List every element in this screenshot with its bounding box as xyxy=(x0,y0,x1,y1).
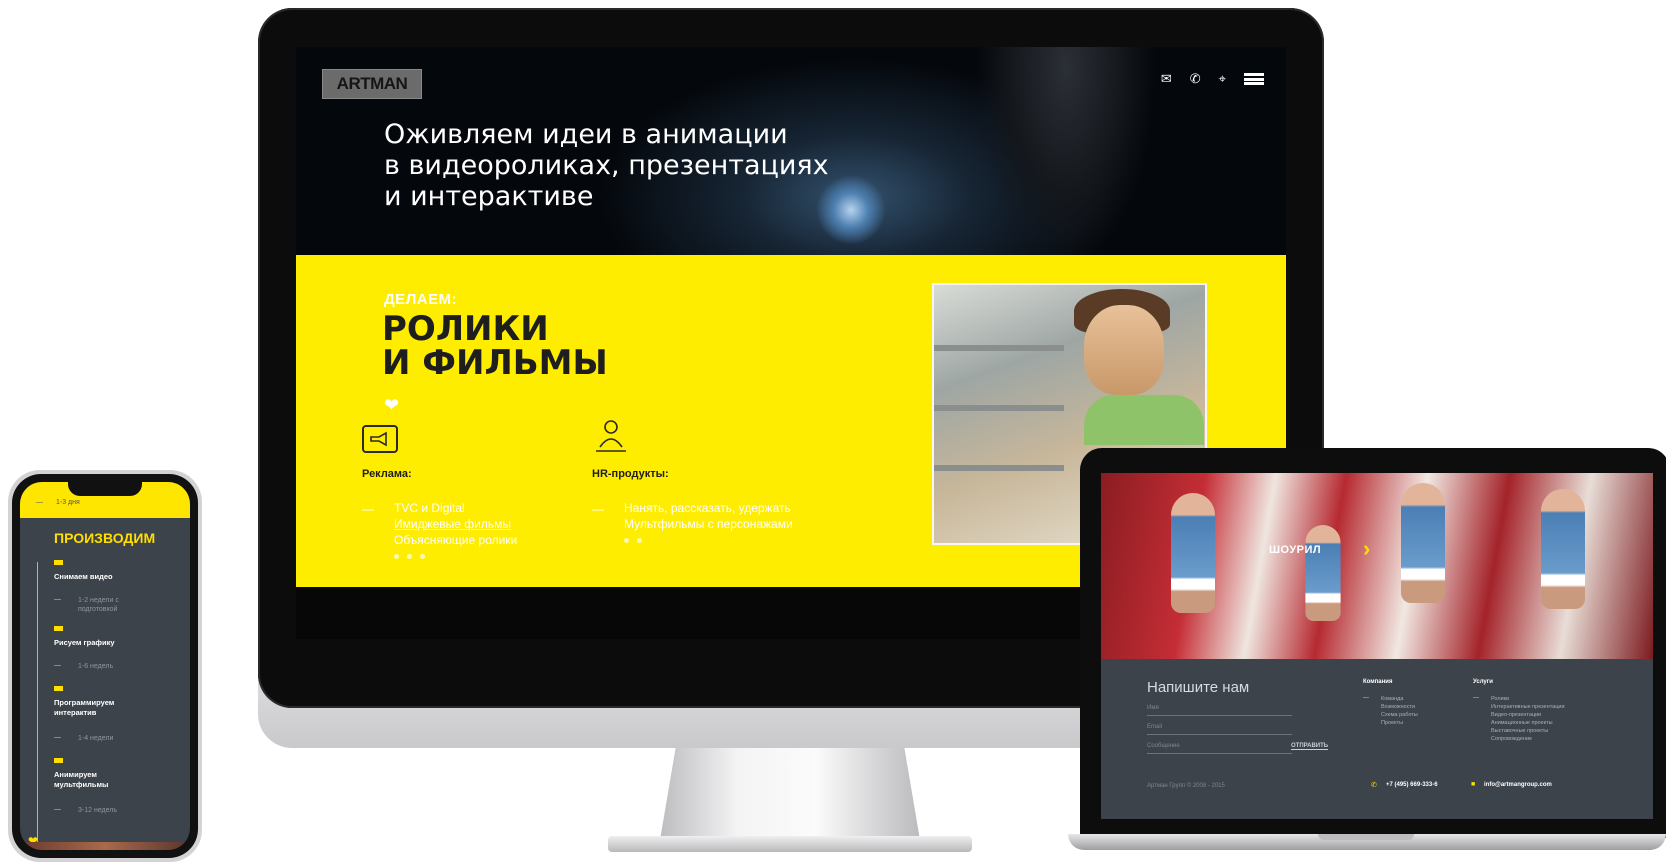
monitor-stand-base xyxy=(608,836,972,852)
step-label: Рисуем графику xyxy=(54,638,115,647)
phone-icon: ✆ xyxy=(1371,782,1377,789)
company-link[interactable]: Команда xyxy=(1381,695,1418,703)
location-icon[interactable]: ⌖ xyxy=(1219,71,1226,87)
send-button[interactable]: ОТПРАВИТЬ xyxy=(1291,743,1329,750)
hero-line-1: Оживляем идеи в анимации xyxy=(384,119,788,150)
name-input[interactable]: Имя xyxy=(1147,705,1159,711)
email-input[interactable]: Email xyxy=(1147,724,1162,730)
play-chevron-icon[interactable]: › xyxy=(1363,536,1370,562)
company-link[interactable]: Проекты xyxy=(1381,719,1418,727)
step-duration: 1-2 недели с подготовкой xyxy=(78,597,119,613)
carousel-dots[interactable] xyxy=(394,554,425,559)
hero-figure-image xyxy=(936,47,1196,255)
step-label: Программируем интерактив xyxy=(54,698,115,717)
hr-list: Нанять, рассказать, удержать Мультфильмы… xyxy=(624,500,793,532)
phone-bottom-image xyxy=(20,842,190,850)
headline-line-1: РОЛИКИ xyxy=(382,309,549,349)
email-link[interactable]: info@artmangroup.com xyxy=(1484,782,1552,788)
services-headline: РОЛИКИ И ФИЛЬМЫ xyxy=(382,312,608,380)
company-link[interactable]: Схема работы xyxy=(1381,711,1418,719)
advertising-list: TVC и Digital Имиджевые фильмы Объясняющ… xyxy=(394,500,517,548)
top-duration: 1-3 дня xyxy=(56,499,80,506)
pencil-icon xyxy=(54,626,63,631)
step-label: Снимаем видео xyxy=(54,572,113,581)
menu-icon[interactable] xyxy=(1244,73,1264,85)
copyright: Артман Групп © 2008 - 2015 xyxy=(1147,783,1225,789)
laptop-screen: ШОУРИЛ › Напишите нам Имя Email Сообщени… xyxy=(1101,473,1653,819)
services-kicker: ДЕЛАЕМ: xyxy=(384,291,458,308)
camera-icon xyxy=(54,560,63,565)
services-link[interactable]: Анимационные проекты xyxy=(1491,719,1565,727)
step-duration: 3-12 недель xyxy=(78,807,118,814)
headline-line-2: И ФИЛЬМЫ xyxy=(382,343,608,383)
services-list: Ролики Интерактивные презентации Видео-п… xyxy=(1491,695,1565,743)
person-icon xyxy=(592,417,630,453)
list-dash: — xyxy=(362,502,374,516)
message-input[interactable]: Сообщение xyxy=(1147,743,1180,749)
advertising-title: Реклама: xyxy=(362,468,412,480)
heart-icon[interactable]: ❤ xyxy=(384,395,399,416)
services-link[interactable]: Ролики xyxy=(1491,695,1565,703)
services-title: Услуги xyxy=(1473,679,1493,685)
services-link[interactable]: Выставочные проекты xyxy=(1491,727,1565,735)
header-icons: ✉ ✆ ⌖ xyxy=(1161,71,1264,87)
film-icon xyxy=(54,758,63,763)
step-label: Анимируем мультфильмы xyxy=(54,770,109,789)
phone-screen: — 1-3 дня ПРОИЗВОДИМ Снимаем видео — 1-2… xyxy=(20,482,190,850)
carousel-dots[interactable] xyxy=(624,538,642,543)
laptop-notch xyxy=(1318,834,1414,840)
mail-icon[interactable]: ✉ xyxy=(1161,71,1172,87)
contact-form-title: Напишите нам xyxy=(1147,679,1250,696)
laptop-footer: Напишите нам Имя Email Сообщение ОТПРАВИ… xyxy=(1101,659,1653,819)
services-link[interactable]: Сопровождение xyxy=(1491,735,1565,743)
hr-item[interactable]: Мультфильмы с персонажами xyxy=(624,516,793,532)
hero-line-3: и интерактиве xyxy=(384,181,594,212)
phone-section-title: ПРОИЗВОДИМ xyxy=(54,530,156,546)
phone-notch xyxy=(68,482,142,496)
megaphone-icon xyxy=(362,425,398,453)
company-title: Компания xyxy=(1363,679,1393,685)
phone-number[interactable]: +7 (495) 669-333-6 xyxy=(1386,782,1438,788)
hero-title: Оживляем идеи в анимации в видеороликах,… xyxy=(384,119,904,212)
phone-icon[interactable]: ✆ xyxy=(1190,71,1201,87)
hr-item[interactable]: Нанять, рассказать, удержать xyxy=(624,500,793,516)
monitor-stand xyxy=(660,748,920,840)
timeline-rail xyxy=(37,562,38,850)
artman-logo[interactable]: ARTMAN xyxy=(322,69,422,99)
code-icon xyxy=(54,686,63,691)
list-dash: — xyxy=(592,502,604,516)
showreel-image xyxy=(1101,473,1653,659)
hr-title: HR-продукты: xyxy=(592,468,669,480)
advertising-item[interactable]: Имиджевые фильмы xyxy=(394,516,517,532)
mail-icon: ■ xyxy=(1471,781,1476,788)
services-link[interactable]: Видео-презентации xyxy=(1491,711,1565,719)
services-link[interactable]: Интерактивные презентации xyxy=(1491,703,1565,711)
advertising-item[interactable]: TVC и Digital xyxy=(394,500,517,516)
step-duration: 1-6 недель xyxy=(78,663,114,670)
showreel-label[interactable]: ШОУРИЛ xyxy=(1269,544,1321,556)
hero-line-2: в видеороликах, презентациях xyxy=(384,150,829,181)
company-list: Команда Возможности Схема работы Проекты xyxy=(1381,695,1418,727)
step-duration: 1-4 недели xyxy=(78,735,114,742)
advertising-item[interactable]: Объясняющие ролики xyxy=(394,532,517,548)
company-link[interactable]: Возможности xyxy=(1381,703,1418,711)
